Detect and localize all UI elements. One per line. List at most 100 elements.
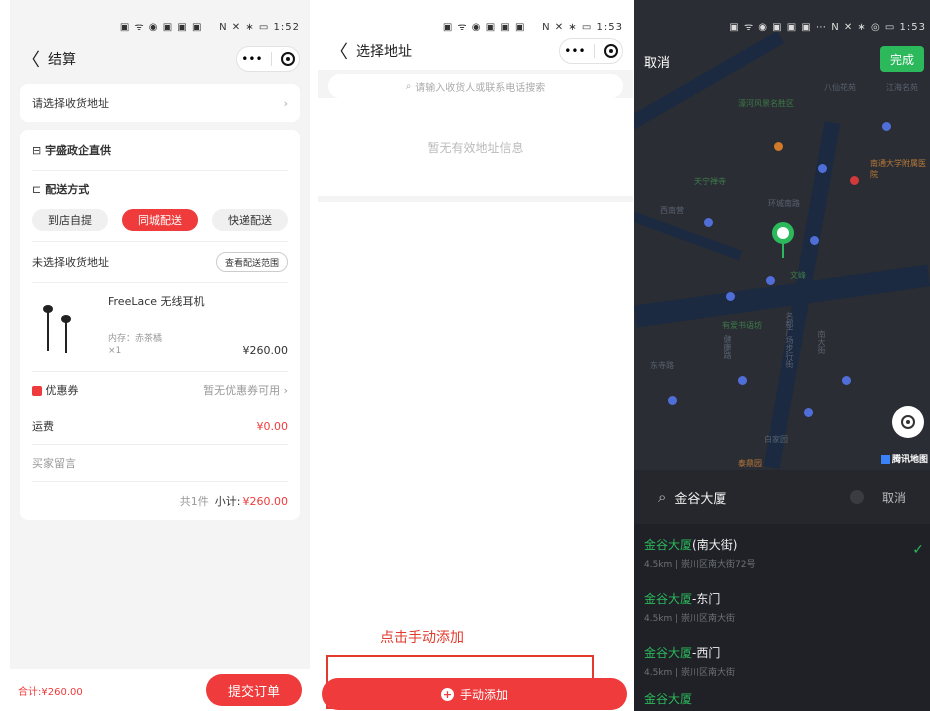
map-search-input[interactable]: 金谷大厦 xyxy=(674,488,726,507)
address-placeholder: 请选择收货地址 xyxy=(32,97,109,110)
total-value: ¥260.00 xyxy=(41,686,83,698)
delivery-option-pickup[interactable]: 到店自提 xyxy=(32,209,108,231)
bus-stop-icon xyxy=(668,396,677,405)
cancel-button[interactable]: 取消 xyxy=(644,52,670,71)
status-icons: ▣ ᯤ ◉ ▣ ▣ ▣ N ✕ ∗ ▭ 1:53 xyxy=(442,22,623,33)
map-label: 八仙花苑 xyxy=(824,83,856,92)
manual-add-button[interactable]: + 手动添加 xyxy=(322,678,627,710)
bus-stop-icon xyxy=(738,376,747,385)
coupon-label: 优惠券 xyxy=(45,384,79,397)
map-picker-screen: 八仙花苑 江海名苑 濠河风景名胜区 环城南路 西南营 文峰 有爱书语坊 名都广场… xyxy=(634,0,930,711)
plus-circle-icon: + xyxy=(440,687,454,701)
tencent-map-logo-icon xyxy=(880,455,890,464)
manual-add-label: 手动添加 xyxy=(459,687,508,702)
close-target-icon[interactable] xyxy=(603,44,618,58)
map-label: 白家园 xyxy=(764,435,788,444)
close-target-icon[interactable] xyxy=(280,52,295,66)
result-item[interactable]: 金谷大厦(南大街) 4.5km | 崇川区南大街72号 ✓ xyxy=(634,526,930,582)
freight-value: ¥0.00 xyxy=(256,419,289,433)
bus-stop-icon xyxy=(882,122,891,131)
address-screen: ▣ ᯤ ◉ ▣ ▣ ▣ N ✕ ∗ ▭ 1:53 〈 选择地址 ••• ⌕ 请输… xyxy=(318,0,633,711)
delivery-icon: ⊏ xyxy=(32,182,42,196)
freight-row: 运费 ¥0.00 xyxy=(20,408,300,444)
summary-value: ¥260.00 xyxy=(242,494,289,508)
bus-stop-icon xyxy=(726,292,735,301)
map-label: 南通大学附属医院 xyxy=(870,159,926,179)
search-input[interactable]: ⌕ 请输入收货人或联系电话搜索 xyxy=(328,74,623,98)
nav-bar: 〈 结算 ••• xyxy=(10,40,310,78)
clear-icon[interactable] xyxy=(849,490,864,504)
coupon-row[interactable]: 优惠券 暂无优惠券可用 › xyxy=(20,372,300,408)
search-icon: ⌕ xyxy=(658,488,667,506)
empty-state: 暂无有效地址信息 xyxy=(318,98,633,196)
map-label: 濠河风景名胜区 xyxy=(738,99,794,108)
delivery-label: 配送方式 xyxy=(45,183,90,196)
poi-icon xyxy=(850,176,859,185)
recenter-button[interactable] xyxy=(892,406,924,438)
map-label: 环城南路 xyxy=(768,199,800,208)
page-title: 结算 xyxy=(48,52,76,68)
result-item[interactable]: 金谷大厦-西门 4.5km | 崇川区南大街 xyxy=(634,638,930,690)
status-icons: ▣ ᯤ ◉ ▣ ▣ ▣ N ✕ ∗ ▭ 1:52 xyxy=(119,22,300,33)
poi-icon xyxy=(774,142,783,151)
chevron-left-icon[interactable]: 〈 xyxy=(330,38,348,64)
bottom-bar: 合计:¥260.00 提交订单 xyxy=(10,669,310,711)
map-label: 西南营 xyxy=(660,206,684,215)
empty-text: 暂无有效地址信息 xyxy=(427,140,524,155)
crosshair-icon xyxy=(901,415,915,429)
done-button[interactable]: 完成 xyxy=(880,46,924,72)
bus-stop-icon xyxy=(704,218,713,227)
result-item[interactable]: 金谷大厦 xyxy=(634,690,930,711)
map-label: 健康路 xyxy=(723,335,732,359)
delivery-option-express[interactable]: 快递配送 xyxy=(212,209,288,231)
search-placeholder: 请输入收货人或联系电话搜索 xyxy=(415,82,546,94)
map-label: 天宁禅寺 xyxy=(694,177,726,186)
mini-program-capsule: ••• xyxy=(559,38,623,64)
search-cancel-button[interactable]: 取消 xyxy=(882,489,906,506)
map-label: 名都广场步行街 xyxy=(785,312,794,368)
map-brand: 腾讯地图 xyxy=(880,452,928,465)
bus-stop-icon xyxy=(804,408,813,417)
product-row[interactable]: FreeLace 无线耳机 内存：赤茶橘 ×1 ¥260.00 xyxy=(20,283,300,371)
search-icon: ⌕ xyxy=(405,80,412,92)
status-bar: ▣ ᯤ ◉ ▣ ▣ ▣ N ✕ ∗ ▭ 1:52 xyxy=(10,0,310,40)
search-results-list: 金谷大厦(南大街) 4.5km | 崇川区南大街72号 ✓ 金谷大厦-东门 4.… xyxy=(634,526,930,711)
buyer-message-label: 买家留言 xyxy=(32,457,76,470)
summary-label: 小计: xyxy=(214,495,241,508)
annotation-text: 点击手动添加 xyxy=(380,630,464,646)
no-address-text: 未选择收货地址 xyxy=(32,256,109,269)
coupon-value: 暂无优惠券可用 xyxy=(203,384,281,397)
earphone-image xyxy=(32,293,88,357)
map-label: 南大街 xyxy=(817,330,826,354)
store-icon: ⊟ xyxy=(32,144,42,157)
location-pin-icon xyxy=(772,222,794,244)
submit-order-button[interactable]: 提交订单 xyxy=(206,674,302,706)
more-icon[interactable]: ••• xyxy=(564,44,585,58)
page-title: 选择地址 xyxy=(356,44,412,60)
delivery-option-local[interactable]: 同城配送 xyxy=(122,209,198,231)
freight-label: 运费 xyxy=(32,420,54,433)
chevron-right-icon: › xyxy=(283,96,288,110)
more-icon[interactable]: ••• xyxy=(241,52,262,66)
map-search-bar: ⌕ 金谷大厦 取消 xyxy=(634,470,930,524)
product-spec: 内存：赤茶橘 xyxy=(108,334,163,344)
address-selector[interactable]: 请选择收货地址 › xyxy=(20,84,300,122)
chevron-left-icon[interactable]: 〈 xyxy=(22,46,40,72)
product-price: ¥260.00 xyxy=(242,344,289,357)
map-label: 东寺路 xyxy=(650,361,674,370)
total-label: 合计: xyxy=(18,686,42,698)
result-item[interactable]: 金谷大厦-东门 4.5km | 崇川区南大街 xyxy=(634,582,930,638)
summary-count: 共1件 xyxy=(179,495,209,508)
status-icons: ▣ ᯤ ◉ ▣ ▣ ▣ ⋯ N ✕ ∗ ◎ ▭ 1:53 xyxy=(729,22,926,33)
bus-stop-icon xyxy=(810,236,819,245)
checkout-screen: ▣ ᯤ ◉ ▣ ▣ ▣ N ✕ ∗ ▭ 1:52 〈 结算 ••• 请选择收货地… xyxy=(10,0,310,711)
status-bar: ▣ ᯤ ◉ ▣ ▣ ▣ ⋯ N ✕ ∗ ◎ ▭ 1:53 xyxy=(634,0,930,40)
store-name: 宇盛政企直供 xyxy=(45,144,112,157)
map-label: 江海名苑 xyxy=(886,83,918,92)
nav-bar: 〈 选择地址 ••• xyxy=(318,32,633,70)
view-range-button[interactable]: 查看配送范围 xyxy=(215,252,288,272)
store-row: ⊟ 宇盛政企直供 xyxy=(32,142,111,158)
bus-stop-icon xyxy=(842,376,851,385)
order-card: ⊟ 宇盛政企直供 ⊏ 配送方式 到店自提 同城配送 快递配送 未选择收货地址 查… xyxy=(20,130,300,520)
buyer-message-input[interactable]: 买家留言 xyxy=(20,445,300,481)
